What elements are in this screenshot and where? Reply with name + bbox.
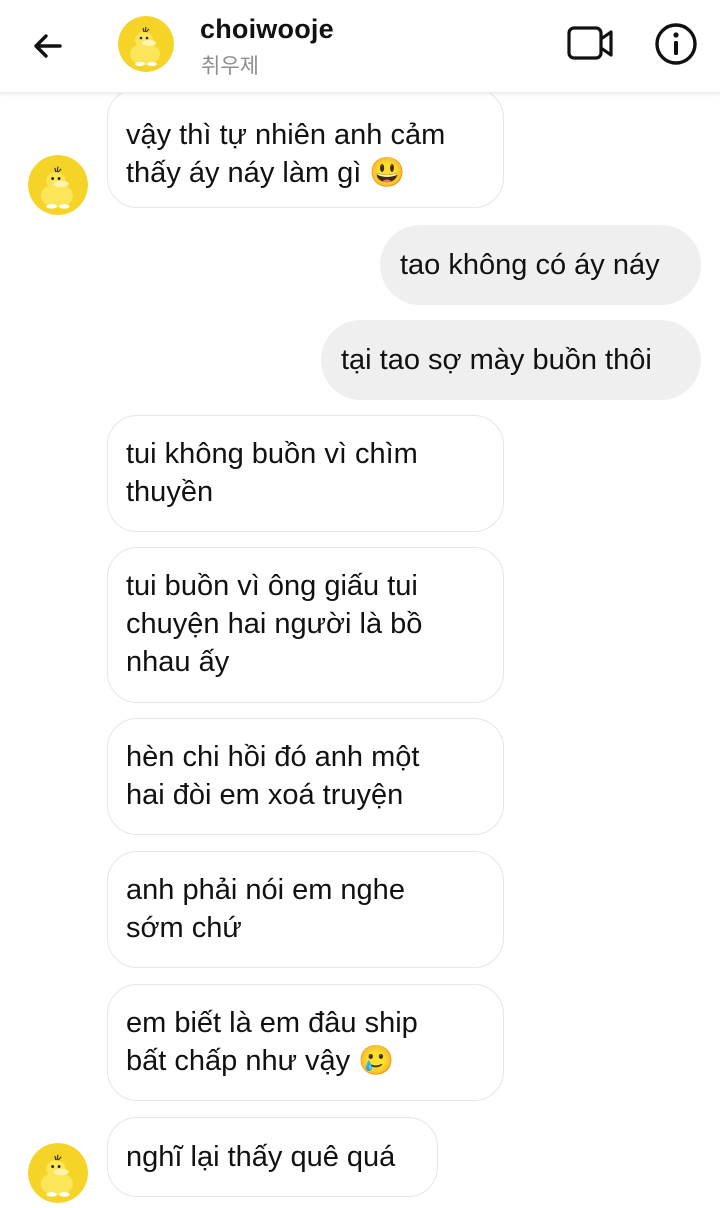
sender-avatar[interactable] [28, 155, 88, 215]
info-icon [655, 23, 697, 65]
message-incoming[interactable]: tui không buồn vì chìm thuyền [107, 415, 504, 532]
sender-avatar[interactable] [28, 1143, 88, 1203]
chat-header: choiwooje 취우제 [0, 0, 720, 93]
message-incoming[interactable]: nghĩ lại thấy quê quá [107, 1117, 438, 1197]
message-incoming[interactable]: vậy thì tự nhiên anh cảm thấy áy náy làm… [107, 88, 504, 208]
header-avatar[interactable] [118, 16, 174, 72]
message-outgoing[interactable]: tao không có áy náy [380, 225, 701, 305]
video-call-button[interactable] [566, 22, 616, 66]
message-outgoing[interactable]: tại tao sợ mày buồn thôi [321, 320, 701, 400]
chat-username[interactable]: choiwooje [200, 14, 334, 45]
message-incoming[interactable]: anh phải nói em nghe sớm chứ [107, 851, 504, 968]
chat-subtitle: 취우제 [201, 55, 259, 78]
info-button[interactable] [652, 20, 700, 68]
video-call-icon [567, 26, 613, 60]
back-button[interactable] [26, 24, 70, 68]
message-incoming[interactable]: hèn chi hồi đó anh một hai đòi em xoá tr… [107, 718, 504, 835]
message-incoming[interactable]: em biết là em đâu ship bất chấp như vậy … [107, 984, 504, 1101]
back-arrow-icon [34, 34, 62, 58]
message-incoming[interactable]: tui buồn vì ông giấu tui chuyện hai ngườ… [107, 547, 504, 703]
